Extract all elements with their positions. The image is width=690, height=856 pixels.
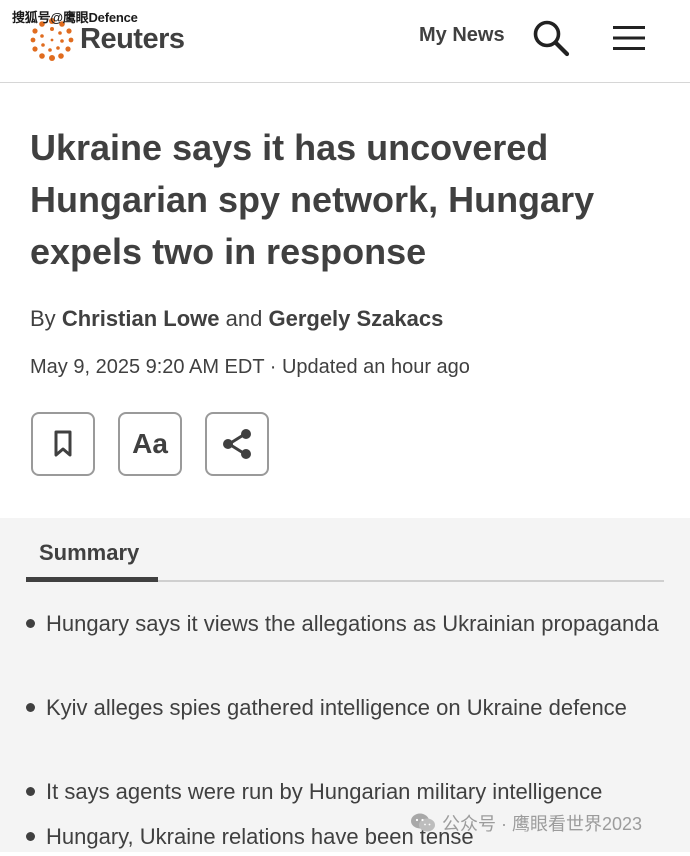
share-button[interactable] [205, 412, 269, 476]
menu-button[interactable] [612, 24, 646, 52]
bullet-dot [26, 703, 35, 712]
byline-and: and [225, 306, 263, 331]
wechat-watermark: 公众号 · 鹰眼看世界2023 [410, 810, 642, 836]
bookmark-button[interactable] [31, 412, 95, 476]
text-size-label: Aa [132, 428, 168, 459]
summary-bullet-text: It says agents were run by Hungarian mil… [46, 779, 603, 804]
bookmark-icon [54, 430, 72, 457]
byline-prefix: By [30, 306, 56, 331]
search-icon [533, 20, 570, 57]
article-dateline: May 9, 2025 9:20 AM EDT · Updated an hou… [30, 356, 470, 378]
my-news-link[interactable]: My News [419, 24, 505, 47]
share-icon [223, 429, 251, 459]
author-link-christian-lowe[interactable]: Christian Lowe [62, 306, 220, 331]
summary-tab-indicator [26, 577, 158, 582]
author-link-gergely-szakacs[interactable]: Gergely Szakacs [268, 306, 443, 331]
search-button[interactable] [532, 19, 570, 57]
summary-bullet-text: Hungary says it views the allegations as… [46, 611, 659, 636]
summary-bullet-text: Kyiv alleges spies gathered intelligence… [46, 695, 627, 720]
source-overlay-text: 搜狐号@鹰眼Defence [12, 10, 138, 25]
watermark-text: 公众号 · 鹰眼看世界2023 [442, 814, 643, 834]
wechat-icon [411, 813, 435, 832]
text-size-button[interactable]: Aa [118, 412, 182, 476]
byline: By Christian Lowe and Gergely Szakacs [30, 306, 443, 332]
bullet-dot [26, 787, 35, 796]
bullet-dot [26, 619, 35, 628]
bullet-dot [26, 832, 35, 841]
logo-text: Reuters [80, 22, 185, 55]
hamburger-menu-icon [613, 26, 645, 50]
tab-summary[interactable]: Summary [39, 540, 139, 566]
article-headline: Ukraine says it has uncovered Hungarian … [30, 127, 595, 272]
